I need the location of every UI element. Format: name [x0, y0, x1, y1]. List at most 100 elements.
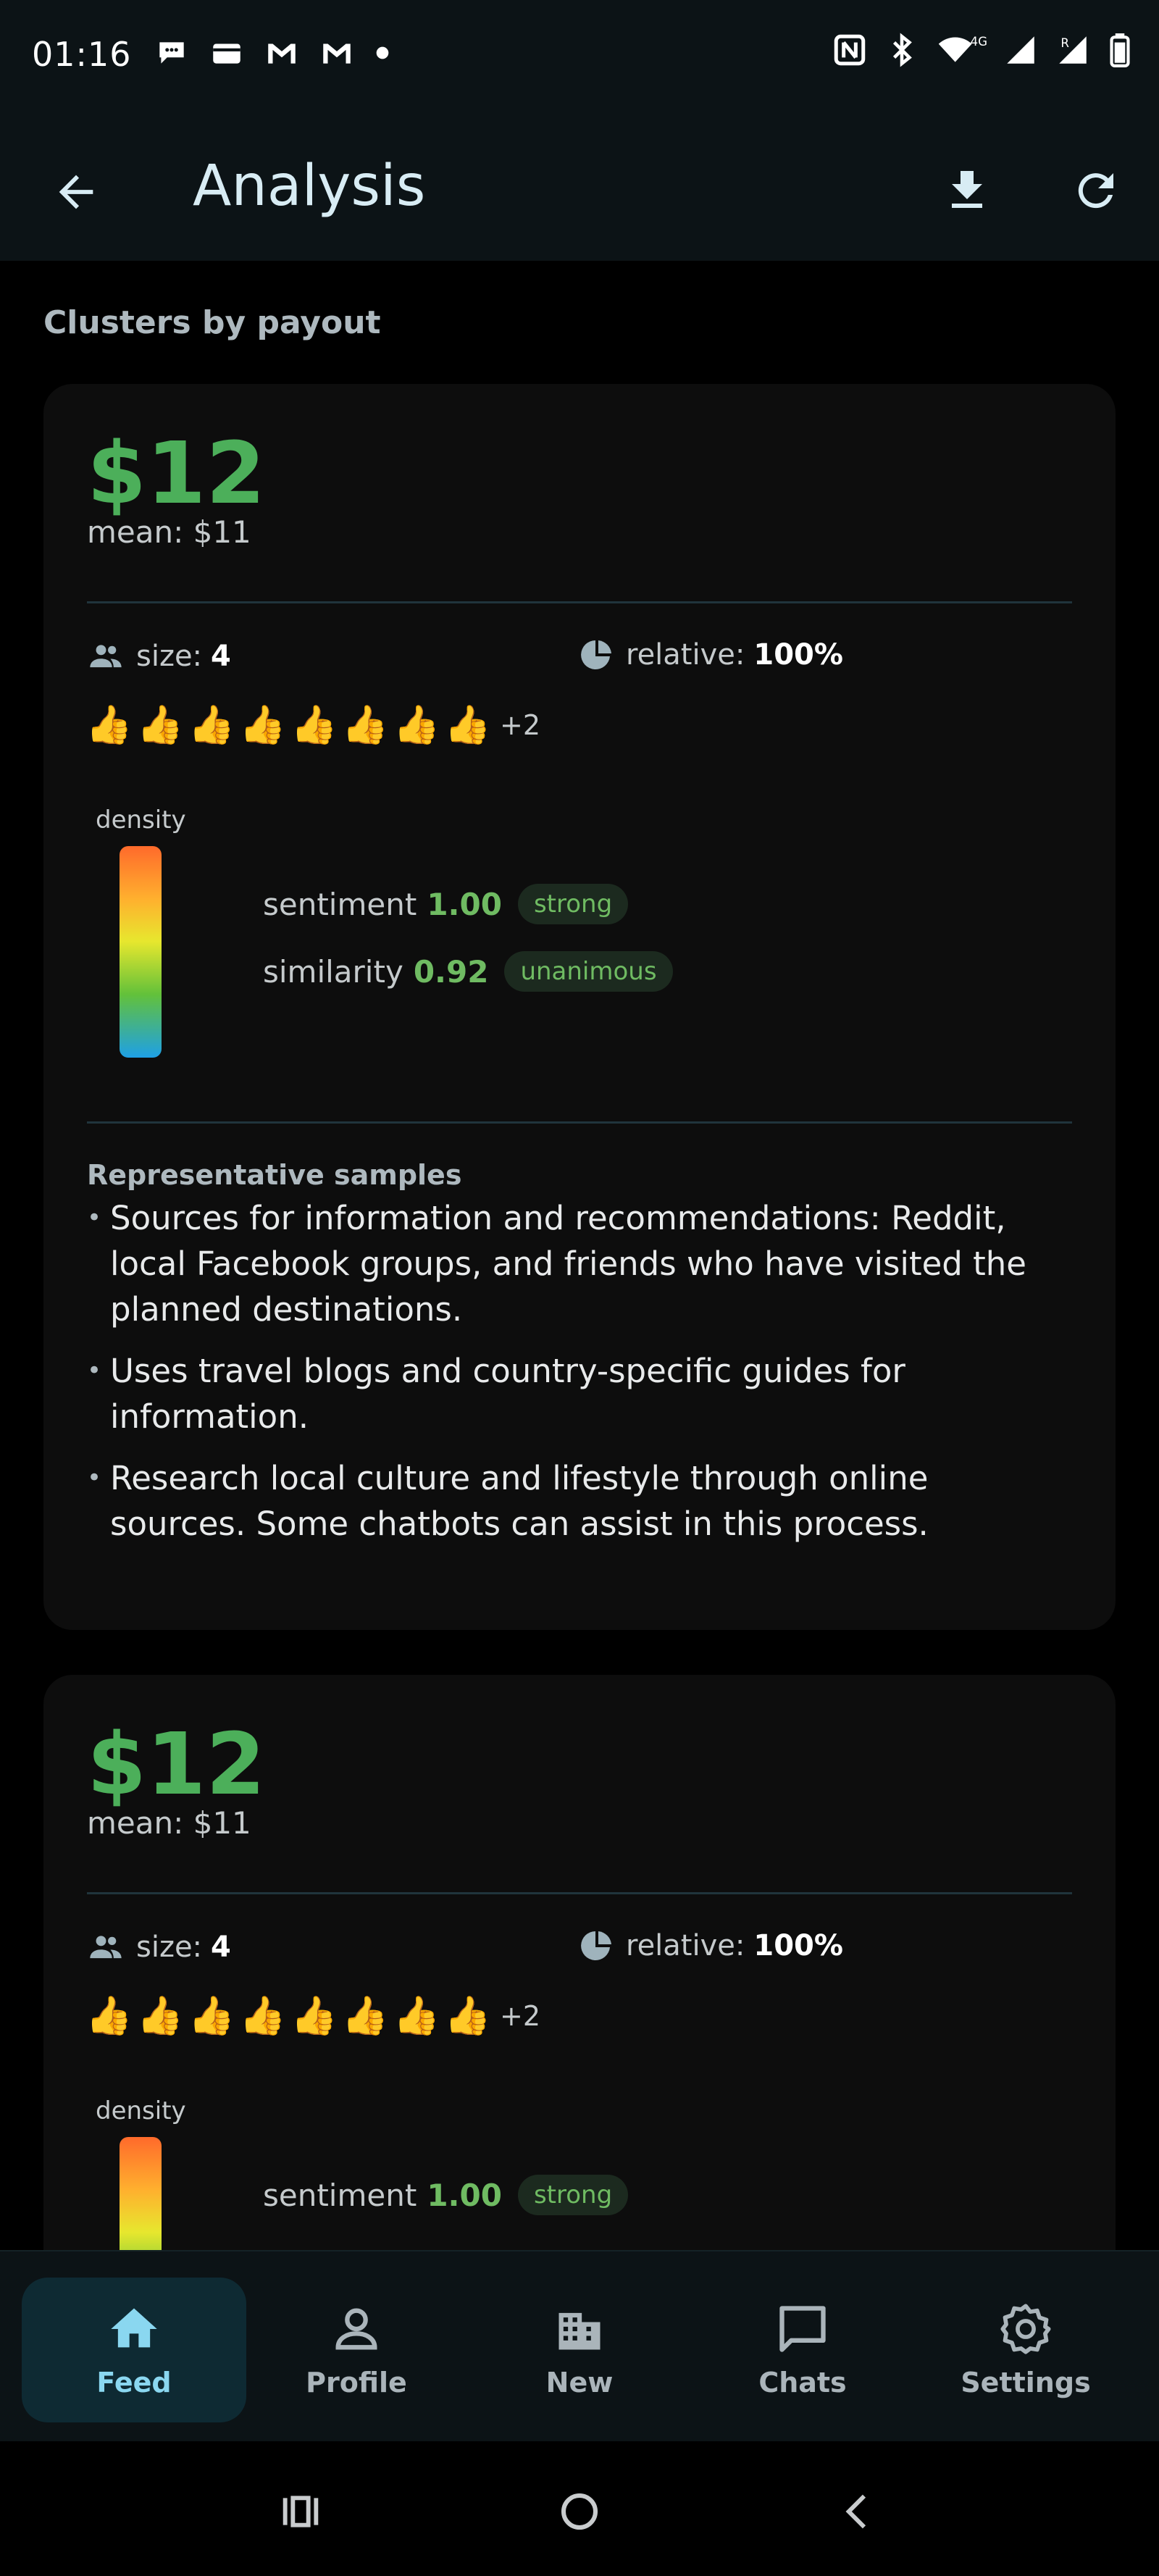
- similarity-value: 0.92: [413, 953, 489, 990]
- network-type-label: 4G: [971, 35, 987, 49]
- nav-item-chats[interactable]: Chats: [690, 2278, 915, 2422]
- chat-notification-icon: [154, 35, 190, 71]
- refresh-button[interactable]: [1063, 158, 1129, 223]
- size-value: 4: [211, 1931, 231, 1964]
- group-icon: [90, 1936, 122, 1959]
- recent-apps-icon: [283, 2496, 319, 2527]
- thumbs-up-icon: 👍: [290, 703, 338, 747]
- thumbs-up-icon: 👍: [393, 1994, 440, 2038]
- samples-list: Sources for information and recommendati…: [87, 1195, 1072, 1563]
- cluster-price: $12: [87, 423, 266, 523]
- thumbs-up-icon: 👍: [85, 1994, 133, 2038]
- similarity-label: similarity: [263, 953, 403, 990]
- thumbs-up-icon: 👍: [188, 1994, 235, 2038]
- pie-chart-icon: [581, 640, 611, 669]
- sentiment-label: sentiment: [263, 2177, 417, 2213]
- relative-value: 100%: [753, 638, 843, 672]
- divider: [87, 601, 1072, 603]
- nav-item-new[interactable]: New: [467, 2278, 692, 2422]
- download-icon: [952, 171, 982, 208]
- home-icon: [111, 2308, 157, 2348]
- sample-item: Sources for information and recommendati…: [87, 1195, 1072, 1332]
- relative-value: 100%: [753, 1929, 843, 1962]
- nav-item-profile[interactable]: Profile: [244, 2278, 469, 2422]
- status-time: 01:16: [32, 35, 132, 74]
- gmail-icon: [319, 35, 355, 71]
- divider: [87, 1892, 1072, 1894]
- thumbs-row: 👍 👍 👍 👍 👍 👍 👍 👍 +2: [85, 703, 540, 747]
- thumbs-up-icon: 👍: [239, 1994, 286, 2038]
- recent-apps-button[interactable]: [268, 2479, 333, 2544]
- nav-item-feed[interactable]: Feed: [22, 2278, 246, 2422]
- divider: [87, 1121, 1072, 1124]
- size-label: size:: [136, 1931, 203, 1964]
- size-label: size:: [136, 640, 203, 673]
- thumbs-more-count: +2: [500, 1999, 541, 2032]
- thumbs-up-icon: 👍: [136, 1994, 184, 2038]
- arrow-back-icon: [59, 175, 93, 209]
- sample-item: Uses travel blogs and country-specific g…: [87, 1348, 1072, 1439]
- nav-label: Settings: [961, 2367, 1091, 2399]
- system-navigation-bar: [0, 2441, 1159, 2576]
- cluster-size: size: 4: [87, 637, 231, 675]
- thumbs-up-icon: 👍: [444, 1994, 491, 2038]
- back-button[interactable]: [43, 159, 109, 225]
- system-back-button[interactable]: [826, 2479, 891, 2544]
- cell-signal-roaming-icon: R: [1055, 32, 1091, 68]
- wifi-icon: 4G: [936, 32, 987, 68]
- density-label: density: [96, 806, 186, 835]
- nav-item-settings[interactable]: Settings: [913, 2278, 1138, 2422]
- relative-label: relative:: [626, 638, 745, 672]
- system-icons: 4G R: [832, 32, 1133, 68]
- thumbs-up-icon: 👍: [136, 703, 184, 747]
- page-title: Analysis: [193, 154, 426, 219]
- cluster-mean: mean: $11: [87, 514, 251, 550]
- cluster-price: $12: [87, 1714, 266, 1814]
- download-button[interactable]: [934, 158, 1000, 223]
- cluster-card[interactable]: $12 mean: $11 size: 4 relative: 100% 👍 👍…: [43, 1675, 1116, 2349]
- chat-bubble-icon: [779, 2306, 826, 2352]
- thumbs-up-icon: 👍: [444, 703, 491, 747]
- sentiment-value: 1.00: [427, 886, 502, 922]
- nfc-icon: [832, 32, 868, 68]
- sentiment-label: sentiment: [263, 886, 417, 922]
- cell-signal-icon: [1003, 32, 1039, 68]
- cluster-relative: relative: 100%: [580, 637, 843, 672]
- chevron-left-icon: [845, 2494, 866, 2529]
- more-notifications-dot-icon: [374, 35, 391, 71]
- nav-label: Feed: [96, 2367, 172, 2399]
- density-gradient-bar: [120, 846, 162, 1058]
- pie-chart-icon: [581, 1931, 611, 1960]
- thumbs-more-count: +2: [500, 708, 541, 741]
- building-icon: [558, 2312, 601, 2350]
- notification-icons: [154, 35, 391, 71]
- group-icon: [90, 645, 122, 668]
- thumbs-up-icon: 👍: [188, 703, 235, 747]
- gmail-icon: [264, 35, 300, 71]
- svg-text:R: R: [1060, 36, 1069, 50]
- sentiment-badge: strong: [517, 2175, 629, 2215]
- cluster-card[interactable]: $12 mean: $11 size: 4 relative: 100% 👍 👍…: [43, 384, 1116, 1630]
- nav-label: Profile: [306, 2367, 407, 2399]
- similarity-badge: unanimous: [504, 951, 673, 992]
- home-button[interactable]: [547, 2479, 612, 2544]
- bluetooth-icon: [884, 32, 920, 68]
- nav-label: Chats: [758, 2367, 847, 2399]
- thumbs-up-icon: 👍: [341, 703, 389, 747]
- sentiment-badge: strong: [517, 884, 629, 924]
- cluster-size: size: 4: [87, 1928, 231, 1966]
- thumbs-row: 👍 👍 👍 👍 👍 👍 👍 👍 +2: [85, 1994, 540, 2038]
- sentiment-metric: sentiment 1.00 strong: [263, 884, 629, 924]
- gear-icon: [1000, 2304, 1051, 2354]
- cluster-mean: mean: $11: [87, 1805, 251, 1841]
- similarity-metric: similarity 0.92 unanimous: [263, 951, 673, 992]
- wallet-notification-icon: [209, 35, 245, 71]
- status-bar: 01:16 4G R: [0, 0, 1159, 116]
- relative-label: relative:: [626, 1929, 745, 1962]
- section-title: Clusters by payout: [43, 304, 381, 341]
- thumbs-up-icon: 👍: [393, 703, 440, 747]
- samples-title: Representative samples: [87, 1159, 462, 1191]
- person-icon: [335, 2308, 377, 2350]
- sentiment-metric: sentiment 1.00 strong: [263, 2175, 629, 2215]
- battery-icon: [1107, 32, 1133, 68]
